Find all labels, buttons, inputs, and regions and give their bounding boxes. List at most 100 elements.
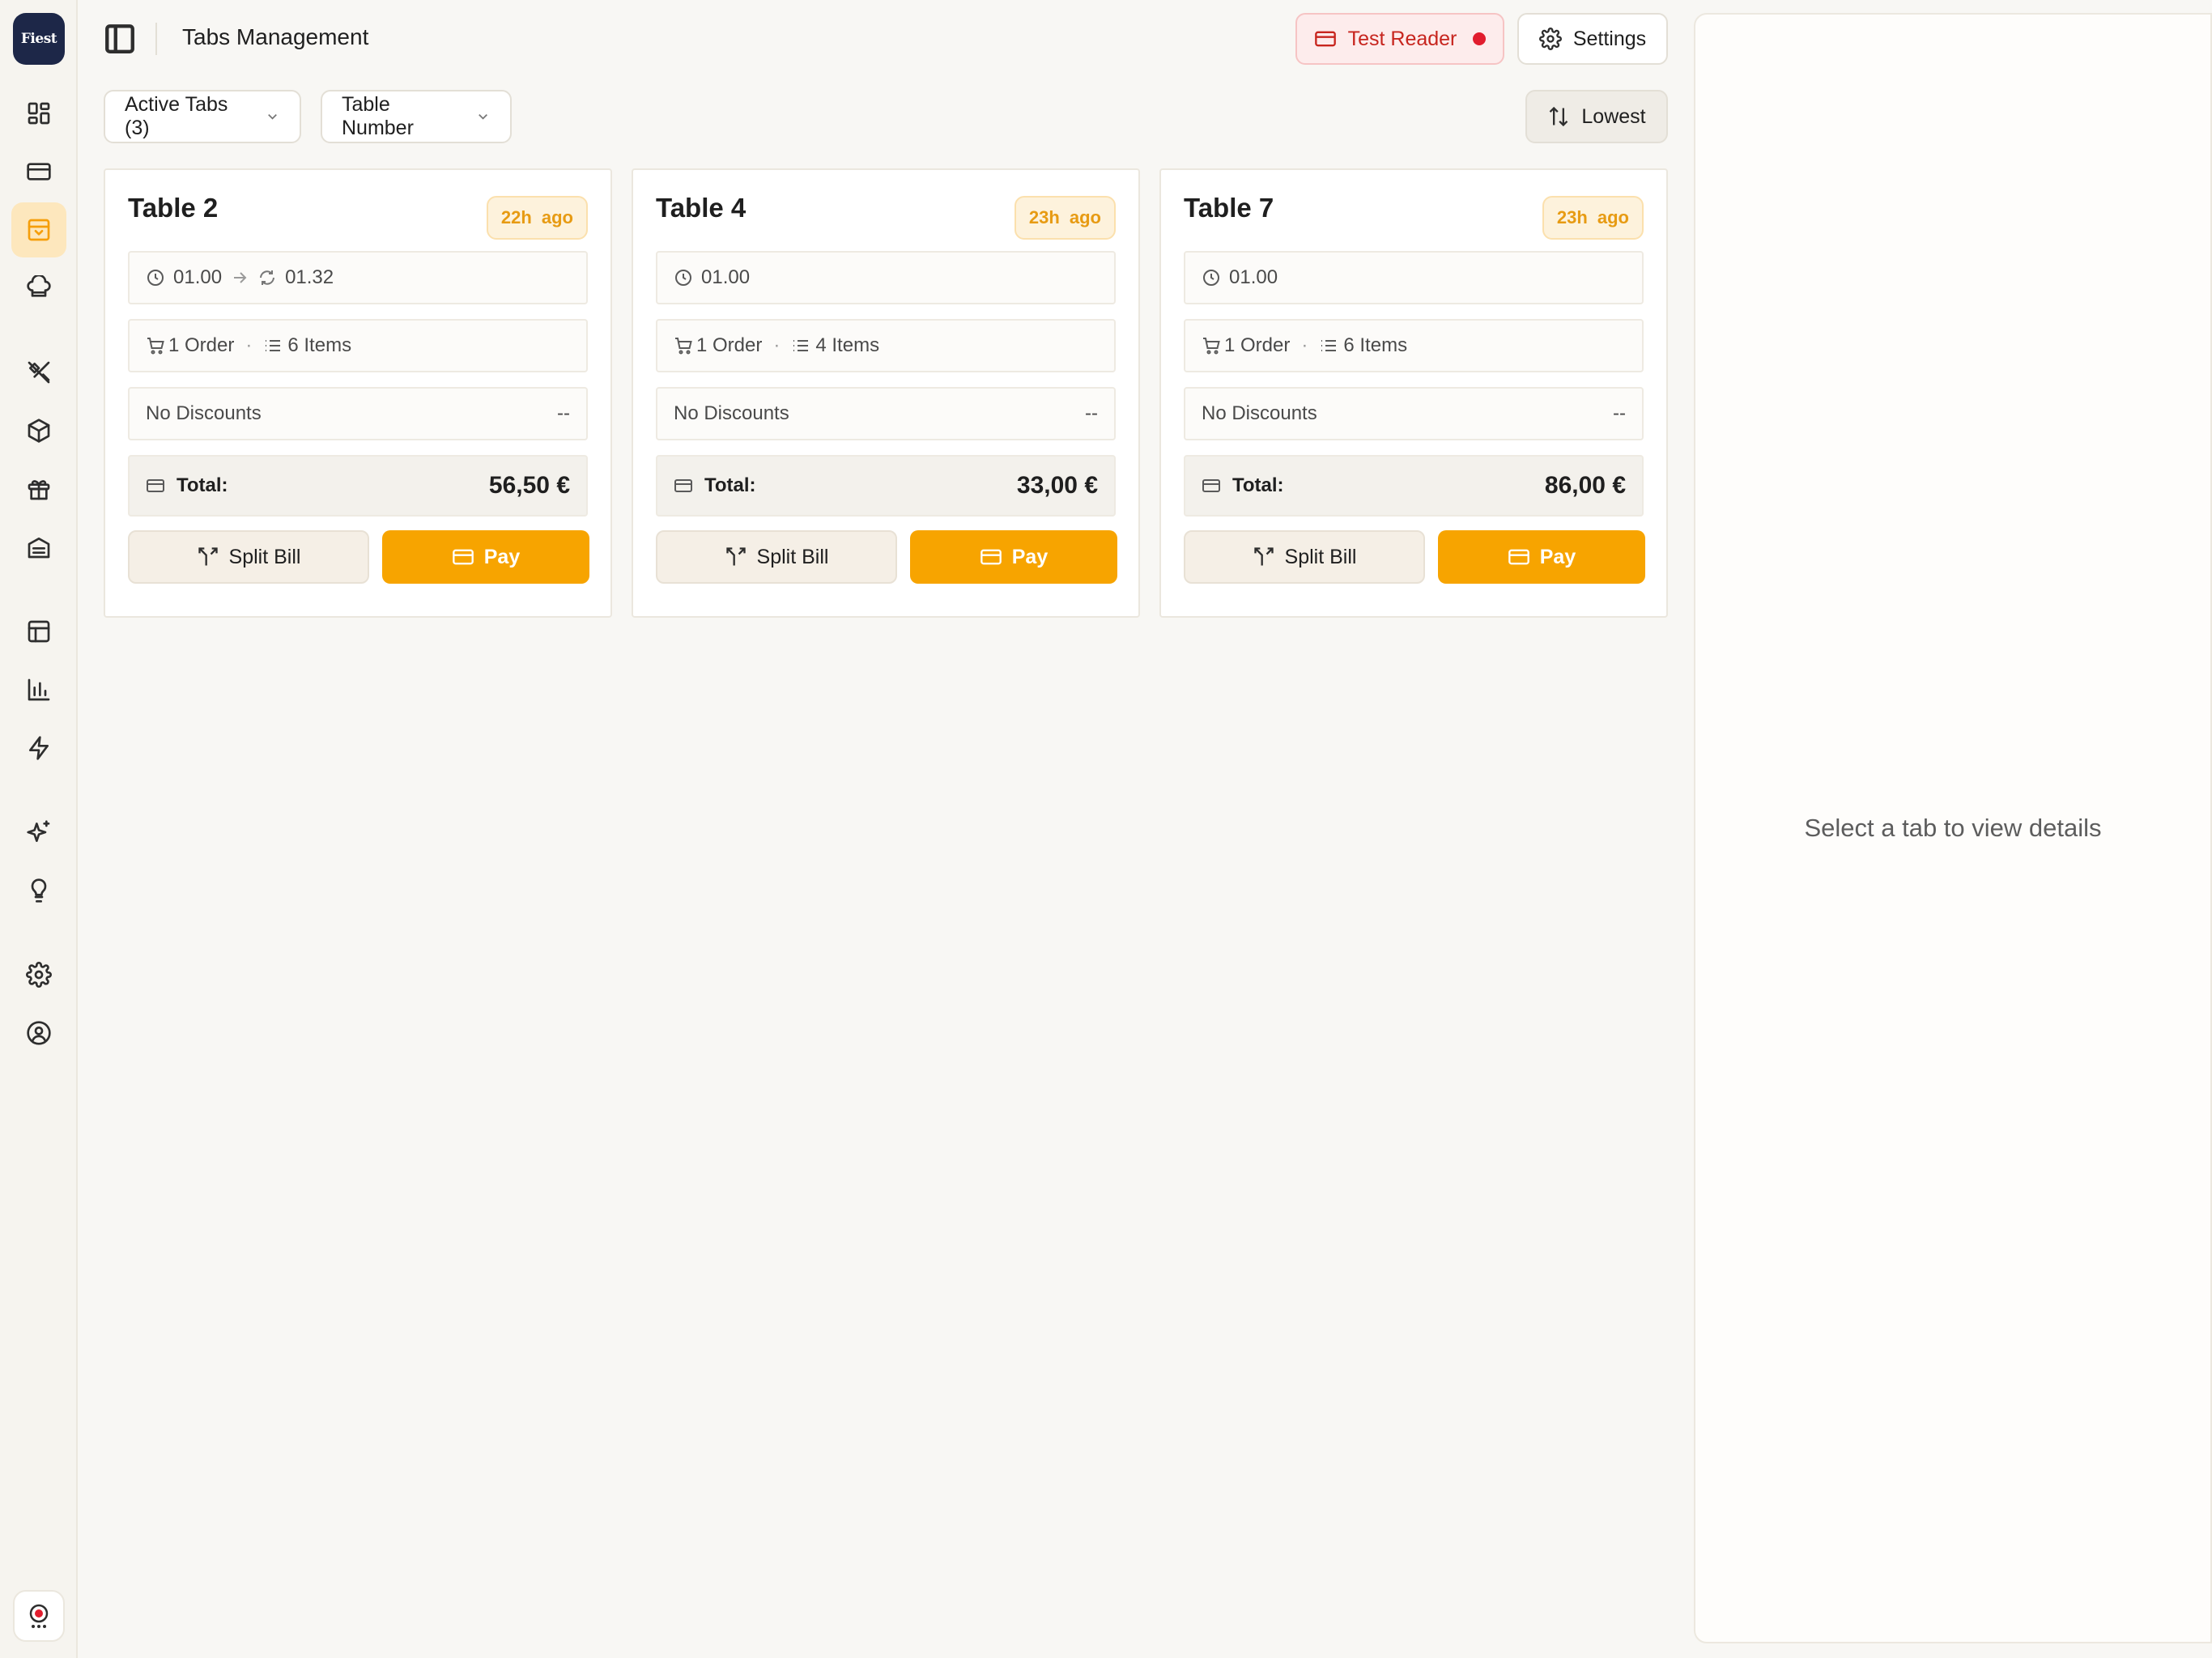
split-bill-label: Split Bill — [756, 545, 829, 568]
sidebar-item-products[interactable] — [11, 403, 66, 458]
test-reader-label: Test Reader — [1347, 27, 1457, 50]
pay-label: Pay — [483, 545, 521, 568]
card-icon — [452, 549, 474, 565]
sort-arrows-icon — [1550, 106, 1568, 127]
sidebar-item-reports[interactable] — [11, 662, 66, 717]
tab-total-amount: 56,50 € — [488, 472, 570, 499]
tab-time-row: 01.00 01.32 — [128, 251, 588, 304]
tab-order-count: 1 Order — [168, 334, 235, 356]
tab-card[interactable]: Table 7 23h ago 01.00 1 Order · 6 Items … — [1159, 168, 1668, 618]
reader-status-dot — [1473, 32, 1487, 45]
detail-empty-message: Select a tab to view details — [1804, 814, 2102, 842]
split-icon — [725, 547, 746, 566]
sidebar-item-ai[interactable] — [11, 805, 66, 860]
pay-button[interactable]: Pay — [382, 530, 589, 584]
cart-icon — [147, 338, 164, 355]
tab-total-label: Total: — [704, 474, 756, 496]
refresh-icon — [260, 270, 275, 285]
gear-icon — [1538, 28, 1562, 50]
tab-discount-label: No Discounts — [1202, 402, 1317, 424]
split-bill-button[interactable]: Split Bill — [656, 530, 897, 584]
tab-discount-label: No Discounts — [674, 402, 789, 424]
status-filter-dropdown[interactable]: Active Tabs (3) — [104, 90, 301, 143]
settings-button[interactable]: Settings — [1517, 13, 1668, 65]
tab-order-row: 1 Order · 6 Items — [128, 319, 588, 372]
split-bill-label: Split Bill — [228, 545, 301, 568]
clock-icon — [1203, 270, 1219, 286]
chef-hat-icon — [27, 275, 51, 297]
tab-order-row: 1 Order · 4 Items — [656, 319, 1116, 372]
chevron-down-icon — [268, 114, 277, 120]
card-reader-icon — [1314, 31, 1336, 47]
test-reader-button[interactable]: Test Reader — [1295, 13, 1504, 65]
tab-age-badge: 23h ago — [1014, 196, 1116, 240]
settings-icon — [26, 962, 52, 988]
table-icon — [28, 620, 50, 643]
split-icon — [1253, 547, 1274, 566]
app-badge[interactable] — [13, 1590, 65, 1642]
sidebar: Fiest — [0, 0, 78, 1658]
sidebar-item-menu[interactable] — [11, 345, 66, 400]
header-divider — [155, 23, 157, 55]
tab-item-count: 4 Items — [815, 334, 880, 356]
pay-button[interactable]: Pay — [910, 530, 1117, 584]
sidebar-item-warehouse[interactable] — [11, 520, 66, 575]
tab-time-row: 01.00 — [656, 251, 1116, 304]
tab-total-amount: 33,00 € — [1016, 472, 1098, 499]
sidebar-item-kitchen[interactable] — [11, 261, 66, 316]
cart-icon — [675, 338, 692, 355]
card-icon — [1508, 549, 1529, 565]
status-filter-label: Active Tabs (3) — [125, 93, 228, 139]
tab-title: Table 4 — [656, 193, 747, 223]
card-icon — [27, 163, 51, 181]
page-title: Tabs Management — [182, 24, 369, 49]
tab-order-count: 1 Order — [1224, 334, 1291, 356]
sidebar-item-automations[interactable] — [11, 721, 66, 776]
sidebar-item-dashboard[interactable] — [11, 86, 66, 141]
app-logo[interactable]: Fiest — [13, 13, 65, 65]
tab-total-amount: 86,00 € — [1544, 472, 1626, 499]
package-icon — [28, 419, 50, 443]
panel-left-icon — [105, 24, 134, 53]
zap-icon — [29, 736, 49, 760]
arrow-right-icon — [234, 272, 247, 283]
sidebar-item-gifts[interactable] — [11, 461, 66, 517]
tab-title: Table 2 — [128, 193, 219, 223]
sidebar-item-tables[interactable] — [11, 604, 66, 659]
sidebar-item-tabs[interactable] — [11, 202, 66, 257]
settings-label: Settings — [1572, 27, 1647, 50]
tab-discount-label: No Discounts — [146, 402, 262, 424]
tab-title: Table 7 — [1184, 193, 1274, 223]
tab-card[interactable]: Table 2 22h ago 01.00 01.32 1 Order · 6 … — [104, 168, 612, 618]
pay-button[interactable]: Pay — [1438, 530, 1645, 584]
sort-button[interactable]: Lowest — [1525, 90, 1668, 143]
chevron-down-icon — [479, 113, 487, 120]
sidebar-item-settings[interactable] — [11, 947, 66, 1002]
sort-label: Lowest — [1581, 104, 1646, 128]
tab-updated-time: 01.32 — [285, 266, 334, 288]
tab-item-count: 6 Items — [287, 334, 352, 356]
split-bill-button[interactable]: Split Bill — [128, 530, 369, 584]
group-filter-dropdown[interactable]: Table Number — [321, 90, 512, 143]
chart-icon — [28, 678, 50, 701]
tab-total-label: Total: — [1232, 474, 1284, 496]
split-icon — [198, 547, 218, 566]
tab-total-row: Total: 86,00 € — [1184, 455, 1644, 517]
tab-card[interactable]: Table 4 23h ago 01.00 1 Order · 4 Items … — [632, 168, 1140, 618]
sidebar-item-insights[interactable] — [11, 863, 66, 918]
tab-opened-time: 01.00 — [1229, 266, 1278, 288]
sidebar-toggle-button[interactable] — [100, 19, 139, 58]
tab-discount-value: -- — [557, 402, 570, 424]
sidebar-item-account[interactable] — [11, 1005, 66, 1061]
split-bill-button[interactable]: Split Bill — [1184, 530, 1425, 584]
tab-discount-row: No Discounts -- — [1184, 387, 1644, 440]
list-icon — [266, 340, 281, 351]
tab-opened-time: 01.00 — [701, 266, 751, 288]
tab-age-badge: 23h ago — [1542, 196, 1644, 240]
clock-icon — [147, 270, 164, 286]
tab-detail-panel: Select a tab to view details — [1694, 13, 2212, 1643]
sidebar-item-payments[interactable] — [11, 144, 66, 199]
pay-label: Pay — [1539, 545, 1576, 568]
card-icon — [147, 479, 164, 492]
tabs-icon — [28, 219, 50, 241]
